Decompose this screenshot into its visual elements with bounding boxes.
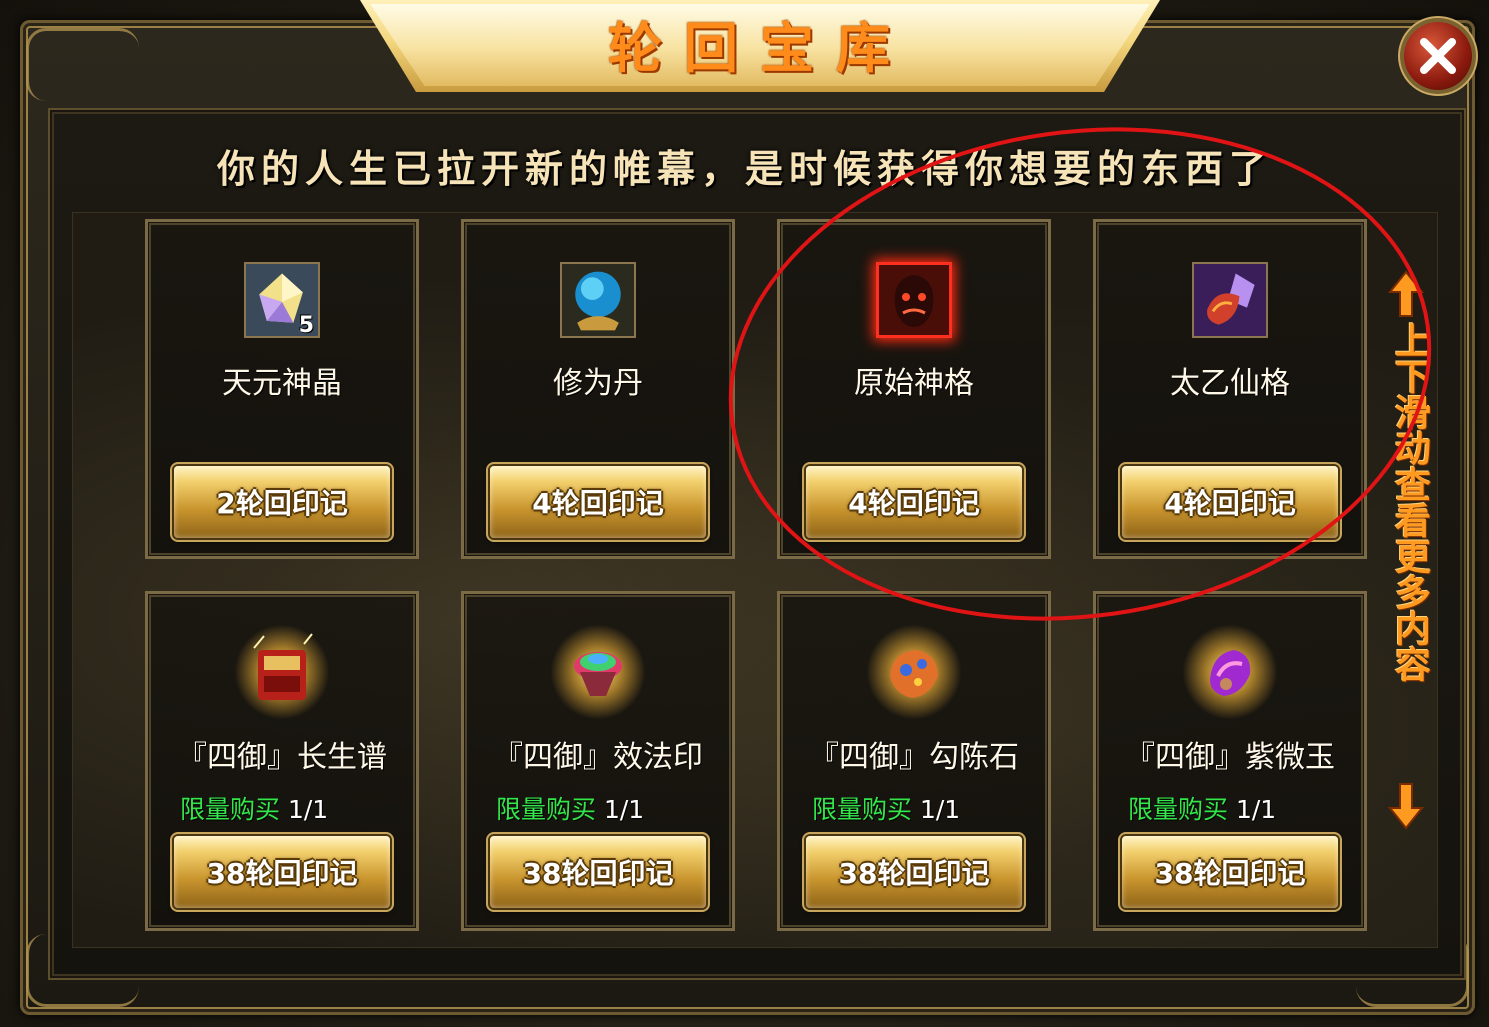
- buy-button[interactable]: 4轮回印记: [1122, 466, 1338, 538]
- price-label: 38轮回印记: [206, 857, 358, 890]
- arrow-up-icon: [1388, 270, 1424, 317]
- buy-button[interactable]: 38轮回印记: [174, 836, 390, 908]
- window-title: 轮回宝库: [608, 16, 912, 80]
- arrow-down-icon: [1388, 783, 1424, 830]
- close-icon: [1420, 38, 1456, 74]
- limit-label: 限量购买: [812, 795, 913, 824]
- shop-item-card[interactable]: 『四御』紫微玉 限量购买 1/1 38轮回印记: [1093, 591, 1367, 931]
- shop-item-card[interactable]: 原始神格 4轮回印记: [777, 219, 1051, 559]
- orb-icon: [560, 262, 636, 338]
- price-label: 4轮回印记: [1164, 487, 1296, 520]
- buy-button[interactable]: 38轮回印记: [490, 836, 706, 908]
- crystal-icon: 5: [244, 262, 320, 338]
- limit-value: 1/1: [1235, 795, 1277, 824]
- price-label: 38轮回印记: [522, 857, 674, 890]
- shop-item-card[interactable]: 『四御』效法印 限量购买 1/1 38轮回印记: [461, 591, 735, 931]
- limit-label: 限量购买: [1128, 795, 1229, 824]
- rainbow-seal-icon: [550, 624, 646, 720]
- shop-grid[interactable]: 5 天元神晶 2轮回印记 修为丹 4轮回印记 原始神格 4轮回印记 太乙仙格 4…: [72, 212, 1438, 948]
- limit-label: 限量购买: [496, 795, 597, 824]
- limit-value: 1/1: [919, 795, 961, 824]
- shop-item-card[interactable]: 太乙仙格 4轮回印记: [1093, 219, 1367, 559]
- item-name: 原始神格: [854, 366, 974, 401]
- purchase-limit: 限量购买 1/1: [1128, 790, 1276, 826]
- purchase-limit: 限量购买 1/1: [496, 790, 644, 826]
- limit-value: 1/1: [287, 795, 329, 824]
- purchase-limit: 限量购买 1/1: [180, 790, 328, 826]
- item-name: 天元神晶: [222, 366, 342, 401]
- item-name: 『四御』长生谱: [177, 740, 387, 775]
- limit-label: 限量购买: [180, 795, 281, 824]
- buy-button[interactable]: 38轮回印记: [806, 836, 1022, 908]
- shop-item-card[interactable]: 5 天元神晶 2轮回印记: [145, 219, 419, 559]
- price-label: 2轮回印记: [216, 487, 348, 520]
- item-name: 『四御』勾陈石: [809, 740, 1019, 775]
- buy-button[interactable]: 38轮回印记: [1122, 836, 1338, 908]
- purple-jade-icon: [1182, 624, 1278, 720]
- buy-button[interactable]: 4轮回印记: [806, 466, 1022, 538]
- limit-value: 1/1: [603, 795, 645, 824]
- subtitle: 你的人生已拉开新的帷幕，是时候获得你想要的东西了: [216, 146, 1273, 191]
- demon-mask-icon: [876, 262, 952, 338]
- shop-item-card[interactable]: 修为丹 4轮回印记: [461, 219, 735, 559]
- item-quantity: 5: [298, 313, 314, 338]
- frame-ornament: [26, 28, 139, 101]
- buy-button[interactable]: 2轮回印记: [174, 466, 390, 538]
- price-label: 4轮回印记: [532, 487, 664, 520]
- item-name: 修为丹: [553, 366, 643, 401]
- price-label: 38轮回印记: [838, 857, 990, 890]
- item-name: 『四御』效法印: [493, 740, 703, 775]
- gem-stone-icon: [866, 624, 962, 720]
- price-label: 4轮回印记: [848, 487, 980, 520]
- buy-button[interactable]: 4轮回印记: [490, 466, 706, 538]
- scroll-hint: 上下滑动查看更多内容: [1384, 270, 1431, 830]
- price-label: 38轮回印记: [1154, 857, 1306, 890]
- purchase-limit: 限量购买 1/1: [812, 790, 960, 826]
- shop-item-card[interactable]: 『四御』勾陈石 限量购买 1/1 38轮回印记: [777, 591, 1051, 931]
- purple-gem-icon: [1192, 262, 1268, 338]
- shop-item-card[interactable]: 『四御』长生谱 限量购买 1/1 38轮回印记: [145, 591, 419, 931]
- close-button[interactable]: [1404, 22, 1472, 90]
- scroll-hint-text: 上下滑动查看更多内容: [1389, 322, 1431, 682]
- item-name: 太乙仙格: [1170, 366, 1290, 401]
- item-name: 『四御』紫微玉: [1125, 740, 1335, 775]
- book-icon: [234, 624, 330, 720]
